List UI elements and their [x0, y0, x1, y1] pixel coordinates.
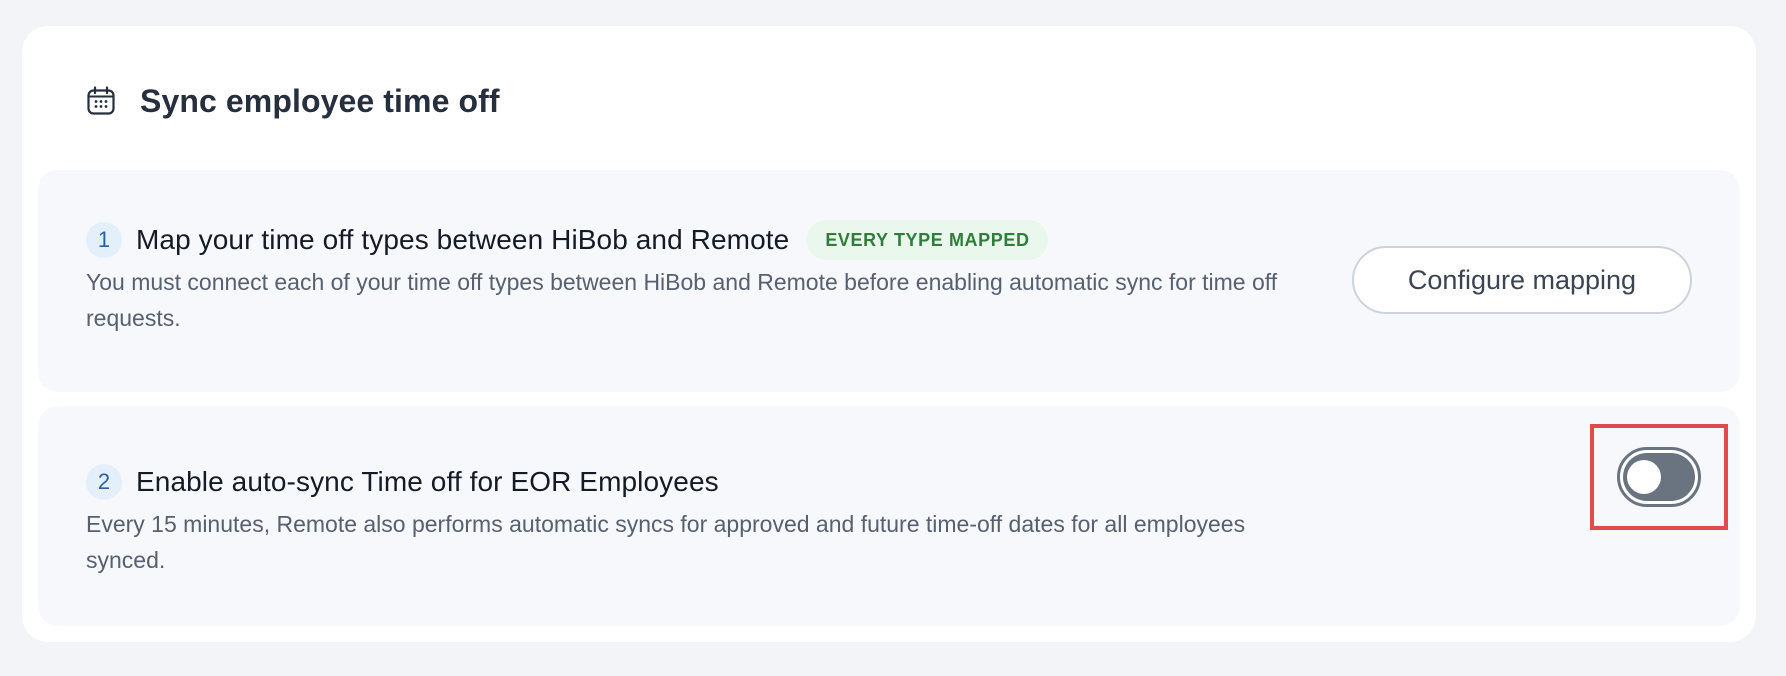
status-badge: EVERY TYPE MAPPED [807, 220, 1048, 260]
step-description: You must connect each of your time off t… [86, 269, 1278, 331]
step-heading: 2 Enable auto-sync Time off for EOR Empl… [86, 464, 719, 500]
sync-time-off-card: Sync employee time off 1 Map your time o… [22, 26, 1756, 642]
calendar-icon [86, 86, 116, 116]
step-heading: 1 Map your time off types between HiBob … [86, 220, 1048, 260]
configure-mapping-button[interactable]: Configure mapping [1352, 246, 1692, 314]
step-number: 2 [86, 464, 122, 500]
step-map-time-off-types: 1 Map your time off types between HiBob … [38, 170, 1740, 392]
toggle-knob [1627, 460, 1661, 494]
toggle-highlight-box [1590, 424, 1728, 530]
step-number: 1 [86, 222, 122, 258]
step-description: Every 15 minutes, Remote also performs a… [86, 511, 1246, 573]
auto-sync-toggle[interactable] [1617, 447, 1701, 507]
toggle-track [1623, 453, 1695, 501]
step-title: Map your time off types between HiBob an… [136, 224, 790, 255]
page-title: Sync employee time off [140, 82, 500, 119]
step-title: Enable auto-sync Time off for EOR Employ… [136, 466, 719, 497]
card-header: Sync employee time off [86, 76, 500, 126]
step-enable-auto-sync: 2 Enable auto-sync Time off for EOR Empl… [38, 406, 1740, 626]
